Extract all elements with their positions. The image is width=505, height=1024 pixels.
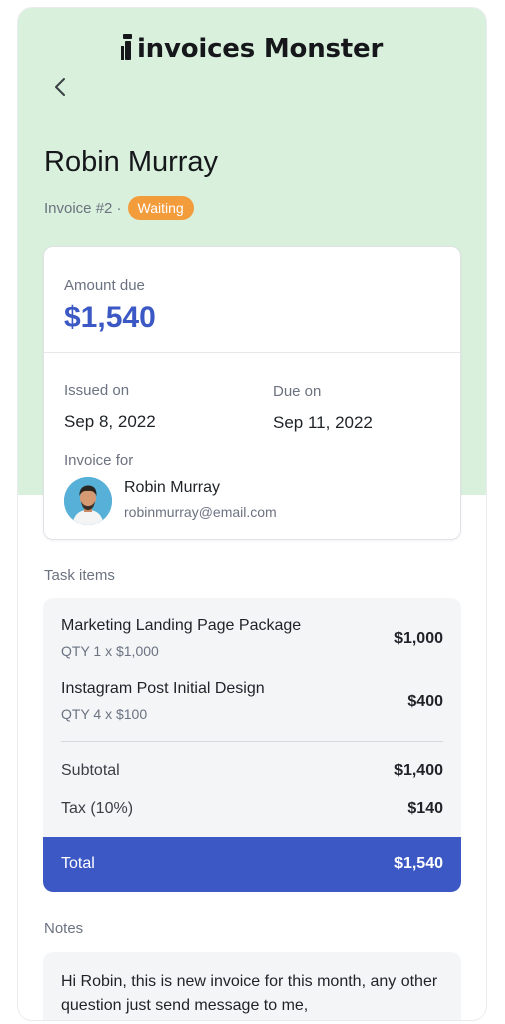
task-item-qty: QTY 1 x $1,000: [61, 643, 159, 659]
task-item-title: Marketing Landing Page Package: [61, 617, 302, 634]
brand-mark-icon: [120, 34, 136, 60]
task-item-price: $400: [407, 693, 443, 710]
task-item-price: $1,000: [394, 630, 443, 647]
brand-name: invoices Monster: [136, 34, 384, 64]
back-button[interactable]: [48, 74, 74, 100]
status-badge: Waiting: [127, 196, 194, 220]
recipient-email: robinmurray@email.com: [124, 504, 277, 520]
issued-on-value: Sep 8, 2022: [64, 412, 156, 431]
task-item-title: Instagram Post Initial Design: [61, 680, 265, 697]
chevron-left-icon: [55, 78, 65, 96]
page-title: Robin Murray: [44, 146, 219, 178]
recipient-name: Robin Murray: [124, 479, 221, 496]
notes-heading: Notes: [44, 920, 84, 937]
subtotal-label: Subtotal: [61, 762, 120, 779]
total-label: Total: [61, 855, 95, 872]
person-avatar-icon: [64, 477, 112, 525]
avatar: [64, 477, 112, 525]
amount-card: Amount due $1,540 Issued on Sep 8, 2022 …: [43, 246, 461, 540]
due-on-value: Sep 11, 2022: [273, 413, 373, 432]
notes-card: Hi Robin, this is new invoice for this m…: [43, 952, 461, 1020]
invoice-screen: invoices Monster Robin Murray Invoice #2…: [18, 8, 486, 1020]
tax-label: Tax (10%): [61, 800, 134, 817]
issued-on-label: Issued on: [64, 382, 130, 399]
amount-due-label: Amount due: [64, 277, 145, 294]
task-items-heading: Task items: [44, 567, 115, 584]
total-bar: Total $1,540: [43, 837, 461, 892]
invoice-for-label: Invoice for: [64, 452, 134, 469]
task-item-qty: QTY 4 x $100: [61, 706, 148, 722]
amount-due-value: $1,540: [64, 301, 156, 334]
total-value: $1,540: [394, 855, 443, 872]
items-divider: [61, 741, 443, 742]
brand-logo: invoices Monster: [18, 34, 486, 64]
subtotal-value: $1,400: [394, 762, 443, 779]
notes-text: Hi Robin, this is new invoice for this m…: [61, 973, 438, 1014]
due-on-label: Due on: [273, 383, 322, 400]
invoice-number: Invoice #2 ·: [44, 199, 122, 217]
task-items-card: Marketing Landing Page Package QTY 1 x $…: [43, 598, 461, 892]
invoice-meta: Invoice #2 · Waiting: [44, 196, 194, 220]
card-divider: [44, 352, 460, 353]
tax-value: $140: [407, 800, 443, 817]
